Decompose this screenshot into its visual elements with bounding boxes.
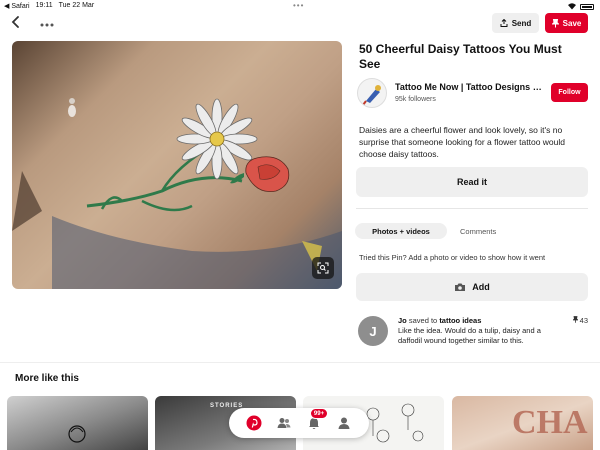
send-label: Send [511, 18, 532, 28]
add-label: Add [472, 282, 490, 292]
wifi-icon [567, 2, 577, 12]
add-photo-button[interactable]: Add [356, 273, 588, 301]
more-options-button[interactable] [40, 14, 54, 30]
more-like-this-heading: More like this [15, 373, 79, 384]
comment-user[interactable]: Jo [398, 316, 407, 325]
chevron-left-icon [11, 16, 19, 28]
save-count: 43 [571, 316, 588, 325]
related-pin-1[interactable] [7, 396, 148, 450]
camera-icon [455, 283, 466, 291]
creator-row: Tattoo Me Now | Tattoo Designs & ... 95k… [357, 78, 590, 108]
multitask-dots[interactable]: ••• [293, 1, 304, 10]
section-divider [0, 362, 600, 363]
related-pin-4[interactable]: CHA [452, 396, 593, 450]
share-icon [500, 19, 508, 27]
notification-badge: 99+ [310, 408, 328, 419]
thumb-cha-text: CHA [512, 404, 588, 441]
rose-tattoo-image [68, 425, 86, 443]
profile-icon [338, 417, 350, 429]
pin-image[interactable] [12, 41, 342, 289]
ellipsis-icon [40, 23, 54, 27]
status-time: 19:11 [35, 2, 53, 9]
pin-title: 50 Cheerful Daisy Tattoos You Must See [359, 42, 562, 71]
comment-board[interactable]: tattoo ideas [439, 316, 481, 325]
comment-saved-text: saved to [408, 316, 438, 325]
tattoo-machine-icon [362, 85, 381, 106]
nav-profile[interactable] [335, 414, 353, 432]
daisy-tattoo-image [12, 98, 342, 289]
bottom-nav: 99+ [229, 408, 369, 438]
creator-name[interactable]: Tattoo Me Now | Tattoo Designs & ... [395, 82, 545, 92]
status-app[interactable]: ◀ Safari [4, 2, 30, 10]
tab-photos-videos[interactable]: Photos + videos [355, 223, 447, 239]
people-icon [277, 418, 291, 428]
save-label: Save [562, 18, 582, 28]
divider [356, 208, 588, 209]
pin-icon [571, 316, 579, 323]
follow-button[interactable]: Follow [551, 83, 588, 102]
comment-header: Jo saved to tattoo ideas [398, 316, 481, 325]
nav-notifications[interactable]: 99+ [305, 408, 328, 432]
read-it-button[interactable]: Read it [356, 167, 588, 197]
send-button[interactable]: Send [492, 13, 539, 33]
battery-icon [580, 4, 594, 10]
avatar[interactable]: J [358, 316, 388, 346]
status-bar: ◀ Safari 19:11 Tue 22 Mar ••• [0, 0, 600, 12]
save-count-value: 43 [579, 316, 588, 325]
pinterest-logo-icon [246, 415, 262, 431]
comment-item: J Jo saved to tattoo ideas Like the idea… [358, 315, 590, 355]
back-button[interactable] [8, 14, 24, 30]
pin-icon [551, 18, 559, 27]
creator-avatar[interactable] [357, 78, 387, 108]
tried-prompt: Tried this Pin? Add a photo or video to … [359, 253, 546, 262]
nav-home[interactable] [245, 414, 263, 432]
nav-following[interactable] [275, 414, 293, 432]
status-date: Tue 22 Mar [58, 2, 95, 9]
save-button[interactable]: Save [545, 13, 588, 33]
lens-icon [317, 262, 329, 274]
creator-followers: 95k followers [395, 96, 436, 103]
visual-search-button[interactable] [312, 257, 334, 279]
comment-body: Like the idea. Would do a tulip, daisy a… [398, 326, 541, 345]
pin-description: Daisies are a cheerful flower and look l… [359, 125, 566, 159]
tab-comments[interactable]: Comments [460, 223, 496, 239]
